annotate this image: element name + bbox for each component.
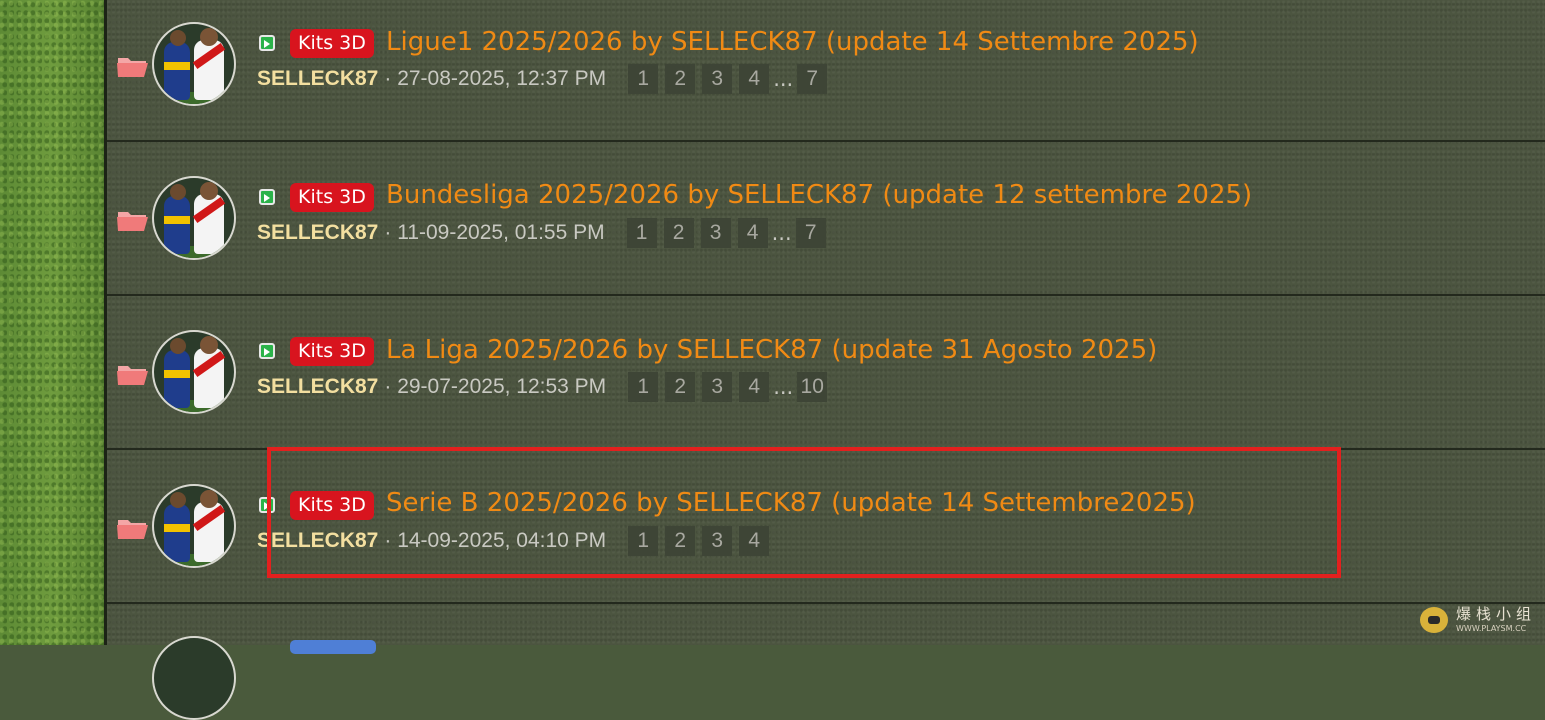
pagination: 1 2 3 4 ... 7 [628, 64, 834, 94]
badge-partial[interactable] [290, 640, 376, 654]
author-link[interactable]: SELLECK87 [257, 67, 378, 91]
avatar[interactable] [152, 484, 236, 568]
author-link[interactable]: SELLECK87 [257, 375, 378, 399]
topic-title-link[interactable]: Bundesliga 2025/2026 by SELLECK87 (updat… [386, 179, 1252, 211]
pagination: 1 2 3 4 [628, 526, 776, 556]
topic-meta: SELLECK87 · 14-09-2025, 04:10 PM 1 2 3 4 [257, 526, 776, 556]
page-link[interactable]: 4 [739, 64, 770, 94]
page-link[interactable]: 2 [665, 526, 696, 556]
kits-3d-badge[interactable]: Kits 3D [290, 337, 374, 366]
watermark-text: 爆栈小组 [1456, 605, 1537, 623]
watermark-logo-icon [1420, 607, 1448, 633]
new-post-icon[interactable] [259, 497, 275, 513]
post-date: · 11-09-2025, 01:55 PM [384, 221, 605, 244]
pagination-ellipsis: ... [773, 375, 794, 399]
kits-3d-badge[interactable]: Kits 3D [290, 183, 374, 212]
author-link[interactable]: SELLECK87 [257, 221, 378, 245]
avatar[interactable] [152, 176, 236, 260]
watermark-url: WWW.PLAYSM.CC [1456, 624, 1527, 633]
page-link[interactable]: 3 [702, 526, 733, 556]
page-link[interactable]: 4 [739, 526, 770, 556]
topic-row: Kits 3D La Liga 2025/2026 by SELLECK87 (… [107, 296, 1545, 450]
topic-row: Kits 3D Ligue1 2025/2026 by SELLECK87 (u… [107, 0, 1545, 142]
topic-row: Kits 3D Serie B 2025/2026 by SELLECK87 (… [107, 450, 1545, 604]
kits-3d-badge[interactable]: Kits 3D [290, 29, 374, 58]
new-post-icon[interactable] [259, 343, 275, 359]
topic-row: Kits 3D Bundesliga 2025/2026 by SELLECK8… [107, 142, 1545, 296]
topic-meta: SELLECK87 · 11-09-2025, 01:55 PM 1 2 3 4… [257, 218, 833, 248]
page-link[interactable]: 4 [737, 218, 768, 248]
avatar-partial[interactable] [152, 636, 236, 720]
topic-meta: SELLECK87 · 29-07-2025, 12:53 PM 1 2 3 4… [257, 372, 834, 402]
pagination-ellipsis: ... [773, 67, 794, 91]
new-post-icon[interactable] [259, 35, 275, 51]
open-folder-icon [117, 58, 148, 77]
page-link[interactable]: 1 [628, 372, 659, 402]
topic-list: Kits 3D Ligue1 2025/2026 by SELLECK87 (u… [107, 0, 1545, 645]
page-link[interactable]: 2 [665, 64, 696, 94]
page-link[interactable]: 2 [663, 218, 694, 248]
open-folder-icon [117, 520, 148, 539]
post-date: · 27-08-2025, 12:37 PM [384, 67, 607, 90]
topic-title-link[interactable]: Serie B 2025/2026 by SELLECK87 (update 1… [386, 487, 1196, 519]
post-date: · 14-09-2025, 04:10 PM [384, 529, 607, 552]
page-link[interactable]: 2 [665, 372, 696, 402]
page-link[interactable]: 1 [628, 64, 659, 94]
topic-title-link[interactable]: La Liga 2025/2026 by SELLECK87 (update 3… [386, 334, 1157, 366]
pagination: 1 2 3 4 ... 7 [626, 218, 833, 248]
pagination: 1 2 3 4 ... 10 [628, 372, 834, 402]
page-link[interactable]: 1 [626, 218, 657, 248]
avatar[interactable] [152, 22, 236, 106]
kits-3d-badge[interactable]: Kits 3D [290, 491, 374, 520]
last-page-link[interactable]: 7 [795, 218, 826, 248]
page-link[interactable]: 3 [700, 218, 731, 248]
pagination-ellipsis: ... [771, 221, 792, 245]
page-link[interactable]: 4 [739, 372, 770, 402]
open-folder-icon [117, 212, 148, 231]
page-link[interactable]: 1 [628, 526, 659, 556]
last-page-link[interactable]: 10 [797, 372, 828, 402]
topic-meta: SELLECK87 · 27-08-2025, 12:37 PM 1 2 3 4… [257, 64, 834, 94]
grass-background [0, 0, 105, 645]
new-post-icon[interactable] [259, 189, 275, 205]
avatar[interactable] [152, 330, 236, 414]
post-date: · 29-07-2025, 12:53 PM [384, 375, 607, 398]
open-folder-icon [117, 366, 148, 385]
watermark: 爆栈小组 WWW.PLAYSM.CC [1420, 607, 1536, 633]
author-link[interactable]: SELLECK87 [257, 529, 378, 553]
topic-title-link[interactable]: Ligue1 2025/2026 by SELLECK87 (update 14… [386, 26, 1199, 58]
page-link[interactable]: 3 [702, 64, 733, 94]
last-page-link[interactable]: 7 [797, 64, 828, 94]
page-link[interactable]: 3 [702, 372, 733, 402]
